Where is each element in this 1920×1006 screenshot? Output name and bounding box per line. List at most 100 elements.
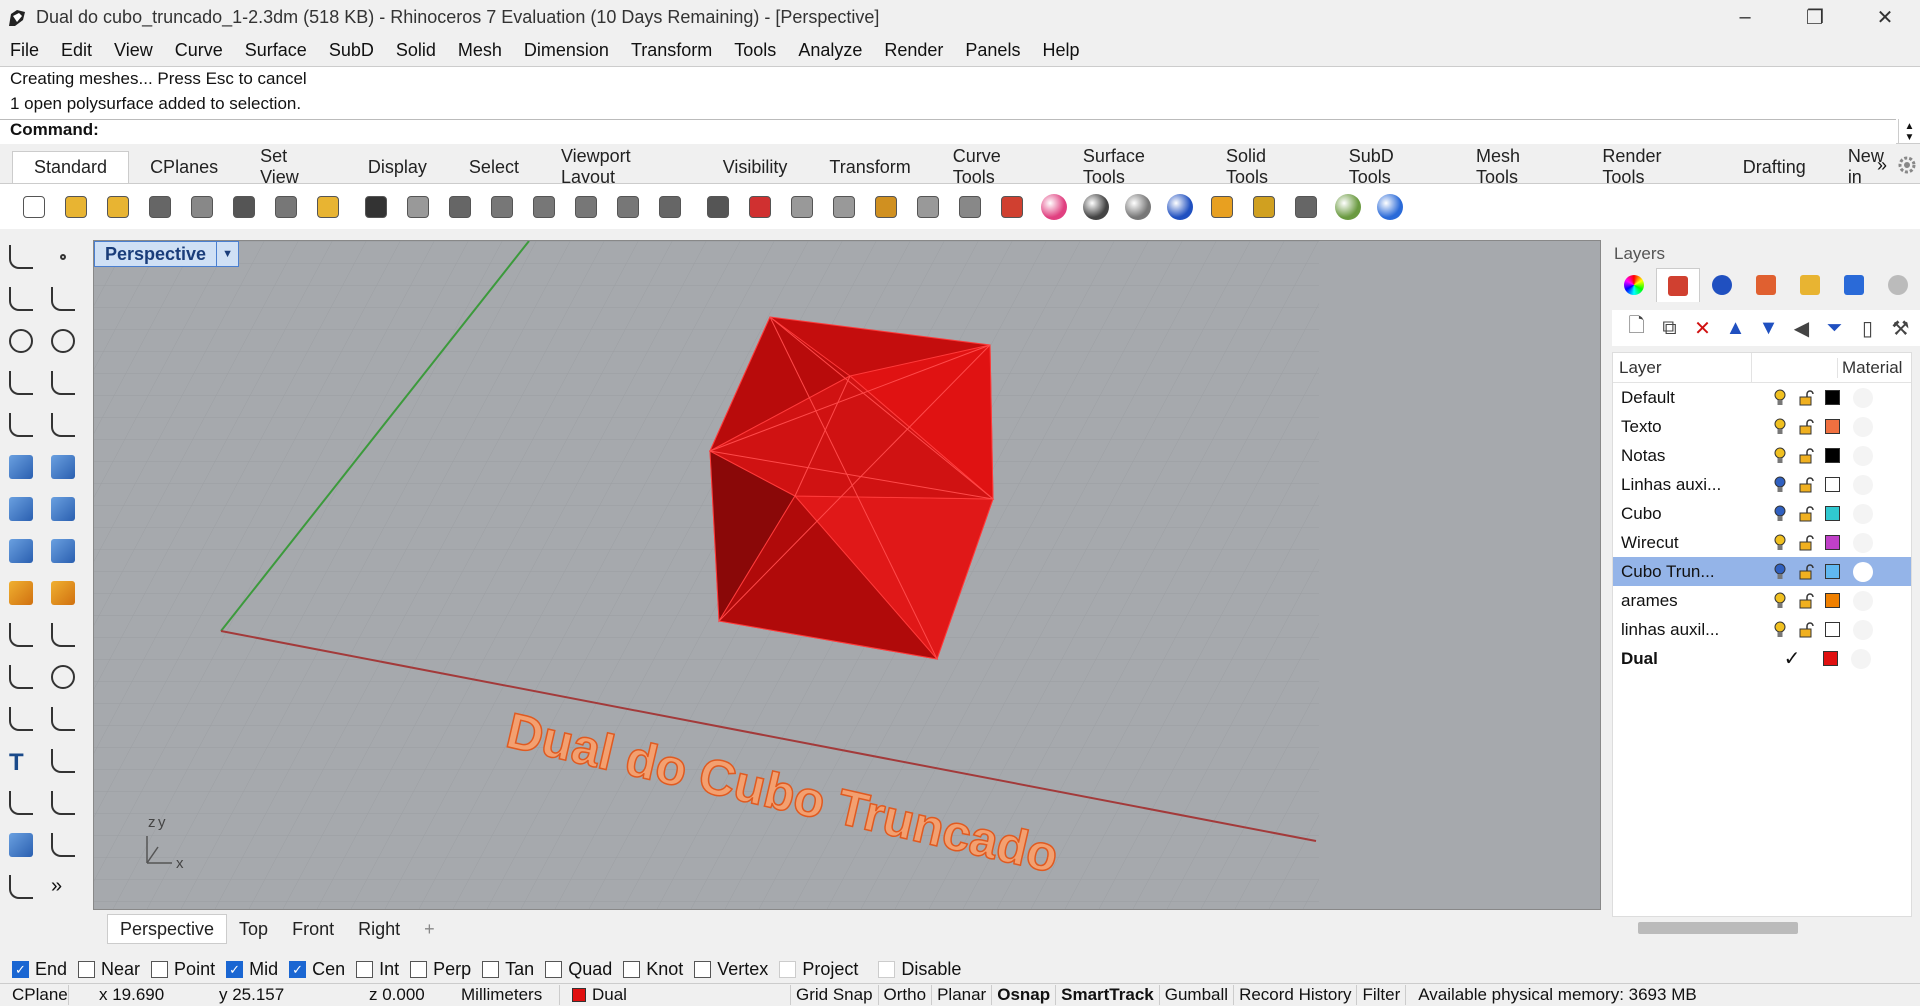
osnap-int[interactable]: Int [356, 959, 399, 980]
tab-standard[interactable]: Standard [12, 151, 130, 183]
layer-name[interactable]: linhas auxil... [1613, 620, 1751, 640]
undo-icon[interactable] [356, 187, 396, 227]
layer-row[interactable]: Notas [1613, 441, 1911, 470]
zoom-selected-icon[interactable] [608, 187, 648, 227]
unlock-icon[interactable] [1793, 621, 1819, 638]
rectangle-icon[interactable] [46, 366, 80, 400]
menu-surface[interactable]: Surface [245, 40, 307, 61]
menu-analyze[interactable]: Analyze [798, 40, 862, 61]
current-layer[interactable]: Dual [560, 985, 790, 1005]
osnap-checkbox[interactable] [779, 960, 797, 978]
layer-row[interactable]: Default [1613, 383, 1911, 412]
osnap-checkbox[interactable] [151, 960, 169, 978]
rotate-curve-icon[interactable] [4, 702, 38, 736]
cplane-label[interactable]: CPlane [0, 985, 68, 1005]
viewport-tab-right[interactable]: Right [346, 919, 412, 940]
osnap-vertex[interactable]: Vertex [694, 959, 768, 980]
status-toggle-record-history[interactable]: Record History [1234, 985, 1358, 1005]
menu-edit[interactable]: Edit [61, 40, 92, 61]
menu-help[interactable]: Help [1042, 40, 1079, 61]
viewport-title[interactable]: Perspective ▼ [94, 241, 240, 267]
filter-icon[interactable]: ⏷ [1818, 313, 1851, 343]
osnap-end[interactable]: ✓ End [12, 959, 67, 980]
polygon-icon[interactable] [4, 408, 38, 442]
osnap-tan[interactable]: Tan [482, 959, 534, 980]
tab-transform[interactable]: Transform [808, 151, 931, 183]
menu-subd[interactable]: SubD [329, 40, 374, 61]
layer-material-swatch[interactable] [1853, 619, 1873, 640]
viewport-tab-top[interactable]: Top [227, 919, 280, 940]
move-down-icon[interactable]: ▼ [1752, 313, 1785, 343]
light-bulb-icon[interactable] [1767, 476, 1793, 494]
light-bulb-icon[interactable] [1767, 505, 1793, 523]
dots-grid-icon[interactable] [4, 870, 38, 904]
layer-color-swatch[interactable] [1819, 506, 1845, 521]
layer-column-header[interactable]: Layer [1613, 358, 1751, 378]
arrow-orange-icon[interactable] [46, 576, 80, 610]
tab-drafting[interactable]: Drafting [1722, 151, 1827, 183]
layer-color-swatch[interactable] [1819, 535, 1845, 550]
layer-color-swatch[interactable] [1819, 564, 1845, 579]
color-wheel-icon[interactable] [1612, 268, 1656, 302]
osnap-checkbox[interactable] [78, 960, 96, 978]
light-bulb-icon[interactable] [1767, 418, 1793, 436]
osnap-quad[interactable]: Quad [545, 959, 612, 980]
layer-material-swatch[interactable] [1853, 532, 1873, 553]
transform-gear-icon[interactable] [4, 576, 38, 610]
zoom-window-icon[interactable] [524, 187, 564, 227]
layer-icon[interactable] [992, 187, 1032, 227]
polyline-icon[interactable] [4, 282, 38, 316]
layer-material-swatch[interactable] [1853, 503, 1873, 524]
layer-material-swatch[interactable] [1853, 416, 1873, 437]
text-icon[interactable]: T [4, 744, 38, 778]
status-toggle-gumball[interactable]: Gumball [1160, 985, 1235, 1005]
split-icon[interactable] [4, 618, 38, 652]
gear-options-icon[interactable] [1244, 187, 1284, 227]
new-layer-icon[interactable]: 🗋 [1620, 313, 1653, 343]
status-toggle-osnap[interactable]: Osnap [992, 985, 1057, 1005]
surface-edit-icon[interactable] [46, 450, 80, 484]
rotate-camera-icon[interactable] [650, 187, 690, 227]
car-icon[interactable] [740, 187, 780, 227]
layer-row[interactable]: arames [1613, 586, 1911, 615]
status-toggle-planar[interactable]: Planar [932, 985, 993, 1005]
layers-tab-icon[interactable] [1656, 268, 1700, 302]
units-label[interactable]: Millimeters [449, 985, 559, 1005]
layer-color-swatch[interactable] [1819, 593, 1845, 608]
osnap-checkbox[interactable] [623, 960, 641, 978]
osnap-checkbox[interactable]: ✓ [12, 960, 29, 978]
boolean-icon[interactable] [46, 492, 80, 526]
unlock-icon[interactable] [1793, 389, 1819, 406]
tab-solid-tools[interactable]: Solid Tools [1205, 146, 1328, 187]
tab-mesh-tools[interactable]: Mesh Tools [1455, 146, 1581, 187]
osnap-checkbox[interactable] [694, 960, 712, 978]
copy-icon[interactable] [266, 187, 306, 227]
settings-gear-icon[interactable] [1876, 268, 1920, 302]
move-left-icon[interactable]: ◀ [1785, 313, 1818, 343]
layer-row[interactable]: Cubo Trun... [1613, 557, 1911, 586]
layer-color-swatch[interactable] [1819, 477, 1845, 492]
tools-icon[interactable]: ⚒ [1884, 313, 1917, 343]
tab-viewport-layout[interactable]: Viewport Layout [540, 146, 702, 187]
osnap-checkbox[interactable] [482, 960, 500, 978]
tab-subd-tools[interactable]: SubD Tools [1328, 146, 1455, 187]
layer-row[interactable]: Texto [1613, 412, 1911, 441]
tab-set-view[interactable]: Set View [239, 146, 347, 187]
layer-row[interactable]: Dual ✓ [1613, 644, 1911, 673]
layer-material-swatch[interactable] [1853, 590, 1873, 611]
layer-row[interactable]: Cubo [1613, 499, 1911, 528]
menu-tools[interactable]: Tools [734, 40, 776, 61]
scroll-up-icon[interactable]: ▲ [1905, 121, 1915, 132]
osnap-point[interactable]: Point [151, 959, 215, 980]
light-bulb-icon[interactable] [1767, 447, 1793, 465]
move-up-icon[interactable]: ▲ [1719, 313, 1752, 343]
unlock-icon[interactable] [1793, 563, 1819, 580]
layer-color-swatch[interactable] [1819, 448, 1845, 463]
layer-name[interactable]: Texto [1613, 417, 1751, 437]
folder-icon[interactable] [1788, 268, 1832, 302]
group-icon[interactable] [4, 660, 38, 694]
viewport-canvas[interactable]: Dual do Cubo Truncado z y x [94, 241, 1601, 910]
select-arrow-icon[interactable] [4, 240, 38, 274]
layer-name[interactable]: Linhas auxi... [1613, 475, 1751, 495]
status-toggle-grid-snap[interactable]: Grid Snap [791, 985, 879, 1005]
